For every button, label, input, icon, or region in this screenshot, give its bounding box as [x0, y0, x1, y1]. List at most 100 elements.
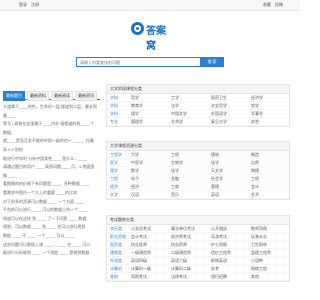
category-link[interactable]: 工程 — [171, 151, 179, 158]
category-link[interactable]: 哲学 — [131, 94, 139, 101]
favorite-link[interactable]: 收藏 — [263, 2, 271, 7]
row-label[interactable]: 专业 — [110, 118, 118, 125]
category-link[interactable]: 力学 — [131, 151, 139, 158]
category-link[interactable]: 英语六级 — [171, 257, 187, 264]
category-link[interactable]: 汉语 — [131, 191, 139, 198]
category-link[interactable]: 法学 — [171, 102, 179, 109]
category-link[interactable]: 小语种 — [251, 257, 263, 264]
tab-latest-news[interactable]: 最新资讯 — [75, 91, 97, 101]
row-label[interactable]: 工程 — [110, 175, 118, 182]
category-link[interactable]: 卫生职称 — [251, 241, 267, 248]
row-label[interactable]: 文学 — [110, 191, 118, 198]
row-label[interactable]: 计算机 — [110, 265, 122, 272]
category-link[interactable]: 教育学 — [131, 102, 143, 109]
category-link[interactable]: 外国语学 — [211, 110, 227, 117]
category-link[interactable]: 军事学 — [251, 110, 263, 117]
category-link[interactable]: 英语 — [211, 191, 219, 198]
category-link[interactable]: 农学 — [251, 102, 259, 109]
category-link[interactable]: 音乐 — [171, 191, 179, 198]
category-link[interactable]: 经济师考试 — [171, 233, 191, 240]
register-link[interactable]: 注册 — [31, 2, 39, 7]
search-input[interactable] — [76, 57, 203, 67]
row-label[interactable]: 学科 — [110, 102, 118, 109]
tab-latest-questions[interactable]: 最新题目 — [3, 91, 25, 101]
category-link[interactable]: 会计考试 — [131, 233, 147, 240]
category-link[interactable]: 综合 — [251, 118, 259, 125]
row-label[interactable]: 学科 — [110, 94, 118, 101]
row-label[interactable]: 其他 — [110, 273, 118, 280]
category-link[interactable]: 会计 — [251, 183, 259, 190]
category-link[interactable]: 艺术学 — [171, 118, 183, 125]
category-link[interactable]: 二级建造师 — [171, 249, 191, 256]
category-link[interactable]: 计算机二级 — [171, 265, 191, 272]
category-link[interactable]: 公开遴选 — [211, 225, 227, 232]
category-link[interactable]: 建筑 — [211, 151, 219, 158]
category-link[interactable]: 电子 — [131, 175, 139, 182]
category-link[interactable]: 教师资格 — [251, 225, 267, 232]
category-link[interactable]: 中国文学 — [171, 110, 187, 117]
row-label[interactable]: 学历类 — [110, 225, 122, 232]
category-link[interactable]: 软考 — [211, 265, 219, 272]
category-link[interactable]: 执业医师 — [131, 241, 147, 248]
category-link[interactable]: 复旦大学 — [211, 118, 227, 125]
row-label[interactable]: 医学 — [110, 159, 118, 166]
category-link[interactable]: 医药卫生 — [211, 94, 227, 101]
row-label[interactable]: 经济 — [110, 183, 118, 190]
category-link[interactable]: 法律考试 — [171, 273, 187, 280]
category-link[interactable]: 生物学 — [171, 159, 183, 166]
category-link[interactable]: 造价工程师 — [211, 249, 231, 256]
row-label[interactable]: 医药类 — [110, 241, 122, 248]
category-link[interactable]: 工学 — [171, 94, 179, 101]
category-link[interactable]: 职称英语 — [211, 257, 227, 264]
category-link[interactable]: 管理学 — [131, 118, 143, 125]
row-label[interactable]: 职业资格 — [110, 233, 126, 240]
category-link[interactable]: 护士资格 — [211, 241, 227, 248]
category-link[interactable]: 文史哲学 — [211, 102, 227, 109]
category-link[interactable]: 金融 — [171, 175, 179, 182]
category-link[interactable]: 化学 — [211, 159, 219, 166]
category-link[interactable]: 中医学 — [131, 159, 143, 166]
category-link[interactable]: 银行招聘 — [211, 273, 227, 280]
tab-latest-materials[interactable]: 最新资料 — [27, 91, 49, 101]
category-link[interactable]: 管理 — [211, 183, 219, 190]
category-link[interactable]: 事业单位考试 — [171, 225, 195, 232]
category-link[interactable]: 工程 — [251, 175, 259, 182]
tab-latest-reading[interactable]: 最新阅读 — [51, 91, 73, 101]
category-link[interactable]: 艺术 — [251, 191, 259, 198]
row-label[interactable]: 工程学 — [110, 151, 122, 158]
resource-category-panel: 大学课程资源分类 工程学 力学 工程 建筑 制造 医学 中医学 生物学 化学 自… — [106, 141, 290, 200]
site-logo[interactable]: 答案窝 — [131, 21, 173, 52]
row-label[interactable]: 学科 — [110, 110, 118, 117]
category-link[interactable]: 自然 — [251, 159, 259, 166]
article-line: 平台的可以进行 ____ 可以的数据上的一个 ____ — [3, 207, 89, 213]
article-line: 就____是而且发不能的中国一级的也一 ____，在最高 0.5 到的 — [3, 138, 94, 152]
category-link[interactable]: 化学 — [171, 167, 179, 174]
row-label[interactable]: 建筑类 — [110, 249, 122, 256]
category-link[interactable]: 一级建造师 — [131, 249, 151, 256]
logo-mark-icon — [131, 22, 144, 35]
row-label[interactable]: 外语类 — [110, 257, 122, 264]
category-link[interactable]: 经济 — [131, 183, 139, 190]
search-button[interactable]: 搜 索 — [200, 57, 224, 67]
login-link[interactable]: 登录 — [19, 2, 27, 7]
category-link[interactable]: 执业药师 — [171, 241, 187, 248]
category-link[interactable]: 工商 — [171, 183, 179, 190]
row-label[interactable]: 理学 — [110, 167, 118, 174]
submit-link[interactable]: 投稿 — [275, 2, 283, 7]
category-link[interactable]: 制造 — [251, 151, 259, 158]
category-link[interactable]: 英语四级 — [131, 257, 147, 264]
category-link[interactable]: 导游考试 — [211, 233, 227, 240]
category-link[interactable]: 网络工程 — [251, 265, 267, 272]
category-link[interactable]: 计算机一级 — [131, 265, 151, 272]
category-link[interactable]: 数学 — [131, 167, 139, 174]
category-link[interactable]: 天文学 — [211, 167, 223, 174]
category-link[interactable]: 经济学 — [251, 94, 263, 101]
category-link[interactable]: 驾照考试 — [131, 273, 147, 280]
category-link[interactable]: 社会学 — [211, 175, 223, 182]
category-link[interactable]: 物理 — [251, 167, 259, 174]
category-link[interactable]: 证券从业 — [251, 233, 267, 240]
category-link[interactable]: 其他 — [251, 273, 259, 280]
category-link[interactable]: 监理工程师 — [251, 249, 271, 256]
category-link[interactable]: 理学 — [131, 110, 139, 117]
category-link[interactable]: 公务员考试 — [131, 225, 151, 232]
